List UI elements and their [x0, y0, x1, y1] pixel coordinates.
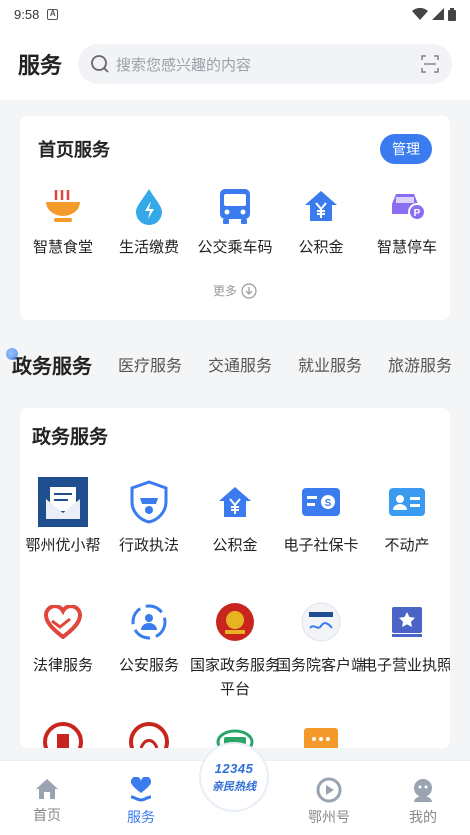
nav-item-ezhou[interactable]: 鄂州号	[282, 761, 376, 835]
gov-service-label: 国务院客户端	[275, 657, 366, 674]
home-service-label: 生活缴费	[118, 239, 179, 256]
nav-label: 鄂州号	[308, 809, 350, 825]
scan-icon[interactable]	[420, 54, 440, 74]
home-service-item[interactable]: 公积金	[278, 186, 364, 257]
gov-service-item[interactable]: 国务院客户端	[275, 596, 366, 716]
gov-service-label: 鄂州优小帮	[25, 537, 101, 554]
chat-bubble-icon	[295, 716, 347, 748]
gov-service-label: 国家政务服务平台	[189, 657, 280, 698]
search-icon	[91, 55, 109, 73]
gov-service-item[interactable]: 行政执法	[106, 476, 192, 596]
home-service-item[interactable]: 公交乘车码	[192, 186, 278, 257]
home-service-label: 公积金	[298, 239, 344, 256]
search-bar[interactable]: 搜索您感兴趣的内容	[78, 44, 452, 84]
gov-service-label: 不动产	[384, 537, 430, 554]
gov-service-label: 电子营业执照	[361, 657, 450, 674]
status-bar: 9:58 A	[0, 0, 470, 28]
chevron-down-circle-icon	[241, 282, 257, 299]
tab-tourism-services[interactable]: 旅游服务	[388, 352, 452, 376]
social-card-icon: S	[295, 476, 347, 528]
police-badge-icon	[123, 476, 175, 528]
home-services-title: 首页服务	[38, 140, 110, 160]
battery-icon	[448, 7, 456, 21]
gov-service-item[interactable]	[278, 716, 364, 748]
heart-hand-icon	[130, 777, 152, 802]
gov-service-label: 行政执法	[118, 537, 179, 554]
user-icon	[414, 779, 432, 802]
gov-service-item[interactable]: 鄂州优小帮	[20, 476, 106, 596]
home-service-label: 智慧停车	[376, 239, 437, 256]
nav-item-mine[interactable]: 我的	[376, 761, 470, 835]
court-emblem-icon	[37, 716, 89, 748]
id-card-icon	[381, 476, 433, 528]
hotline-button[interactable]: 12345 亲民热线	[201, 744, 267, 810]
gov-services-title: 政务服务	[32, 427, 109, 448]
status-icons	[412, 7, 456, 21]
gov-service-item[interactable]	[106, 716, 192, 748]
tab-medical-services[interactable]: 医疗服务	[118, 352, 182, 376]
nav-label: 我的	[409, 809, 437, 825]
gov-service-item[interactable]: 法律服务	[20, 596, 106, 716]
heart-hands-icon	[37, 596, 89, 648]
gov-service-item[interactable]: 公安服务	[106, 596, 192, 716]
people-shield-icon	[123, 596, 175, 648]
nav-item-home[interactable]: 首页	[0, 761, 94, 835]
gov-service-item[interactable]: 国家政务服务平台	[189, 596, 280, 716]
gov-service-item[interactable]: 不动产	[364, 476, 450, 596]
tab-gov-services[interactable]: 政务服务	[6, 347, 92, 379]
service-category-tabs: 政务服务 医疗服务 交通服务 就业服务 旅游服务	[0, 342, 470, 386]
page-title: 服务	[18, 53, 63, 78]
national-emblem-icon	[209, 596, 261, 648]
header: 服务 搜索您感兴趣的内容	[0, 28, 470, 100]
nav-item-service[interactable]: 服务	[94, 761, 188, 835]
gov-service-label: 法律服务	[32, 657, 93, 674]
mail-app-icon	[37, 476, 89, 528]
car-parking-icon: P	[387, 186, 427, 226]
tab-transport-services[interactable]: 交通服务	[208, 352, 272, 376]
gov-service-item[interactable]: 公积金	[192, 476, 278, 596]
gov-service-label: 公安服务	[118, 657, 179, 674]
status-time: 9:58	[14, 6, 40, 22]
svg-text:S: S	[325, 498, 332, 509]
bus-icon	[215, 186, 255, 226]
gov-service-item[interactable]: 电子营业执照	[361, 596, 450, 716]
home-service-item[interactable]: P 智慧停车	[364, 186, 450, 257]
gov-services-grid: 鄂州优小帮 行政执法 公积金 S 电子社保卡 不动产 法律服务 公安服务 国家政…	[20, 476, 450, 748]
more-label: 更多	[212, 284, 237, 298]
svg-text:P: P	[414, 208, 421, 219]
state-council-icon	[295, 596, 347, 648]
home-service-item[interactable]: 生活缴费	[106, 186, 192, 257]
gov-service-item[interactable]: S 电子社保卡	[278, 476, 364, 596]
home-service-label: 公交乘车码	[197, 239, 273, 256]
search-placeholder[interactable]: 搜索您感兴趣的内容	[116, 54, 420, 75]
gov-service-label: 公积金	[212, 537, 258, 554]
home-services-card: 首页服务 管理 智慧食堂 生活缴费 公交乘车码 公积金 P 智慧停车 更多	[20, 116, 450, 320]
hotline-number: 12345	[214, 760, 254, 776]
tab-employment-services[interactable]: 就业服务	[298, 352, 362, 376]
house-yen-icon	[301, 186, 341, 226]
hotline-label: 亲民热线	[212, 780, 256, 793]
gov-services-card: 政务服务 鄂州优小帮 行政执法 公积金 S 电子社保卡 不动产 法律服务 公安服…	[20, 408, 450, 748]
home-service-label: 智慧食堂	[32, 239, 93, 256]
water-drop-icon	[129, 186, 169, 226]
notification-a-icon: A	[47, 8, 59, 20]
nav-label: 服务	[127, 809, 155, 825]
home-services-grid: 智慧食堂 生活缴费 公交乘车码 公积金 P 智慧停车	[20, 186, 450, 257]
noodle-bowl-icon	[43, 186, 83, 226]
home-icon	[36, 779, 58, 799]
more-link[interactable]: 更多	[20, 282, 450, 299]
license-star-icon	[381, 596, 433, 648]
play-circle-icon	[316, 777, 342, 803]
nav-label: 首页	[33, 807, 61, 823]
home-service-item[interactable]: 智慧食堂	[20, 186, 106, 257]
procuratorate-emblem-icon	[123, 716, 175, 748]
wifi-icon	[412, 8, 428, 20]
manage-button[interactable]: 管理	[380, 134, 432, 164]
gov-service-item[interactable]	[20, 716, 106, 748]
house-yen-icon	[209, 476, 261, 528]
gov-service-label: 电子社保卡	[283, 537, 359, 554]
signal-icon	[432, 8, 444, 20]
